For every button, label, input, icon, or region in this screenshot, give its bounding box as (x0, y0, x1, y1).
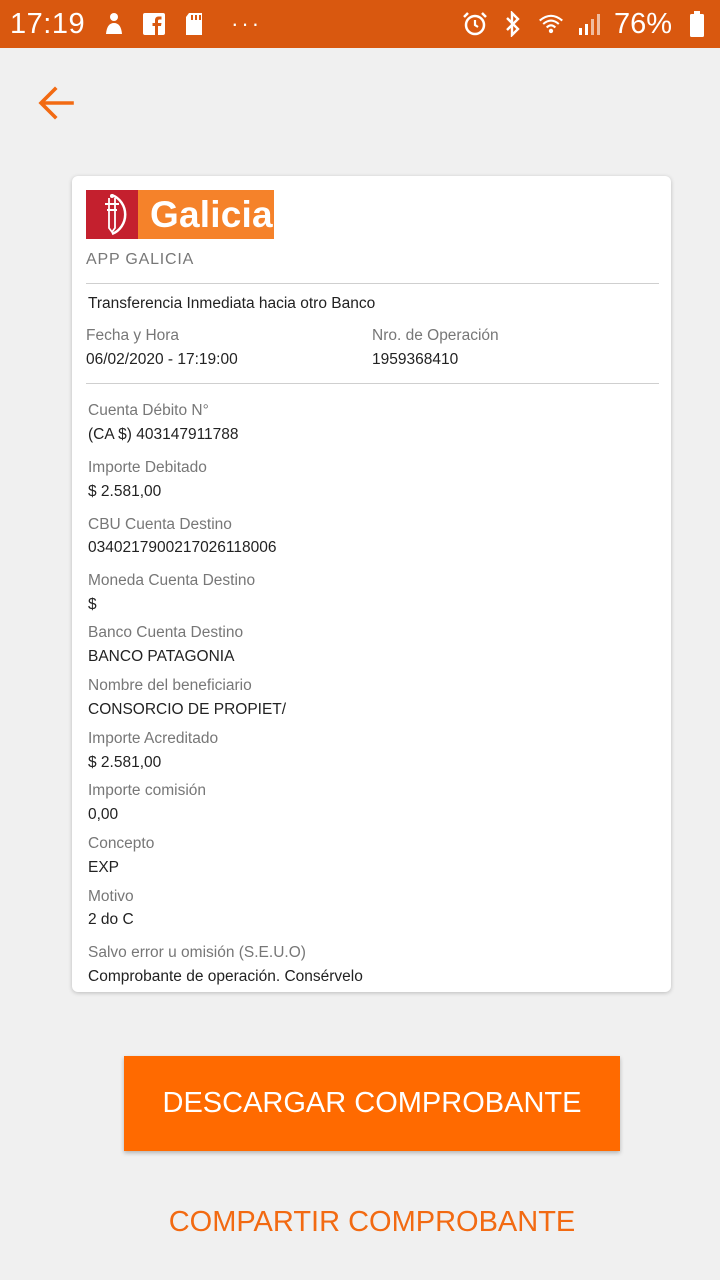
field-value: EXP (88, 859, 120, 876)
divider (86, 283, 659, 284)
date-label: Fecha y Hora (86, 327, 180, 344)
field-label: Importe Debitado (88, 459, 207, 476)
field-label: Importe comisión (88, 782, 207, 799)
status-bar: 17:19 ··· 76% (0, 0, 720, 48)
logo-text: Galicia (150, 193, 273, 235)
sd-card-icon (181, 11, 207, 37)
arrow-left-icon (38, 85, 74, 125)
share-receipt-button[interactable]: COMPARTIR COMPROBANTE (124, 1196, 620, 1248)
alarm-icon (462, 11, 488, 37)
galicia-logo: Galicia (86, 190, 274, 239)
field-label: Cuenta Débito N° (88, 402, 209, 419)
field-value: CONSORCIO DE PROPIET/ (88, 701, 287, 718)
field-value: 0340217900217026118006 (88, 539, 277, 556)
date-value: 06/02/2020 - 17:19:00 (86, 351, 238, 368)
field-label: Nombre del beneficiario (88, 677, 252, 694)
wifi-icon (538, 11, 564, 37)
download-receipt-button[interactable]: DESCARGAR COMPROBANTE (124, 1056, 620, 1151)
more-notifications-icon: ··· (231, 11, 263, 36)
galicia-emblem-icon (86, 190, 138, 239)
field-label: Concepto (88, 835, 155, 852)
divider (86, 383, 659, 384)
battery-percent: 76% (613, 7, 672, 40)
disclaimer-label: Salvo error u omisión (S.E.U.O) (88, 944, 306, 961)
signal-icon (576, 11, 602, 37)
battery-icon (684, 11, 710, 37)
field-value: (CA $) 403147911788 (88, 426, 239, 443)
disclaimer-value: Comprobante de operación. Consérvelo (88, 968, 363, 985)
field-label: Importe Acreditado (88, 730, 219, 747)
receipt-card: Galicia APP GALICIA Transferencia Inmedi… (72, 176, 671, 992)
field-label: Moneda Cuenta Destino (88, 572, 256, 589)
person-icon (101, 11, 127, 37)
field-label: CBU Cuenta Destino (88, 516, 232, 533)
field-label: Banco Cuenta Destino (88, 624, 244, 641)
app-name: APP GALICIA (86, 251, 195, 268)
operation-value: 1959368410 (372, 351, 459, 368)
back-button[interactable] (32, 82, 80, 128)
field-value: $ 2.581,00 (88, 483, 162, 500)
field-label: Motivo (88, 888, 134, 905)
field-value: $ (88, 596, 97, 613)
field-value: 0,00 (88, 806, 119, 823)
operation-label: Nro. de Operación (372, 327, 499, 344)
transfer-type: Transferencia Inmediata hacia otro Banco (88, 295, 376, 312)
bluetooth-icon (500, 11, 526, 37)
field-value: 2 do C (88, 911, 134, 928)
field-value: BANCO PATAGONIA (88, 648, 235, 665)
status-time: 17:19 (10, 7, 86, 40)
facebook-icon (141, 11, 167, 37)
field-value: $ 2.581,00 (88, 754, 162, 771)
